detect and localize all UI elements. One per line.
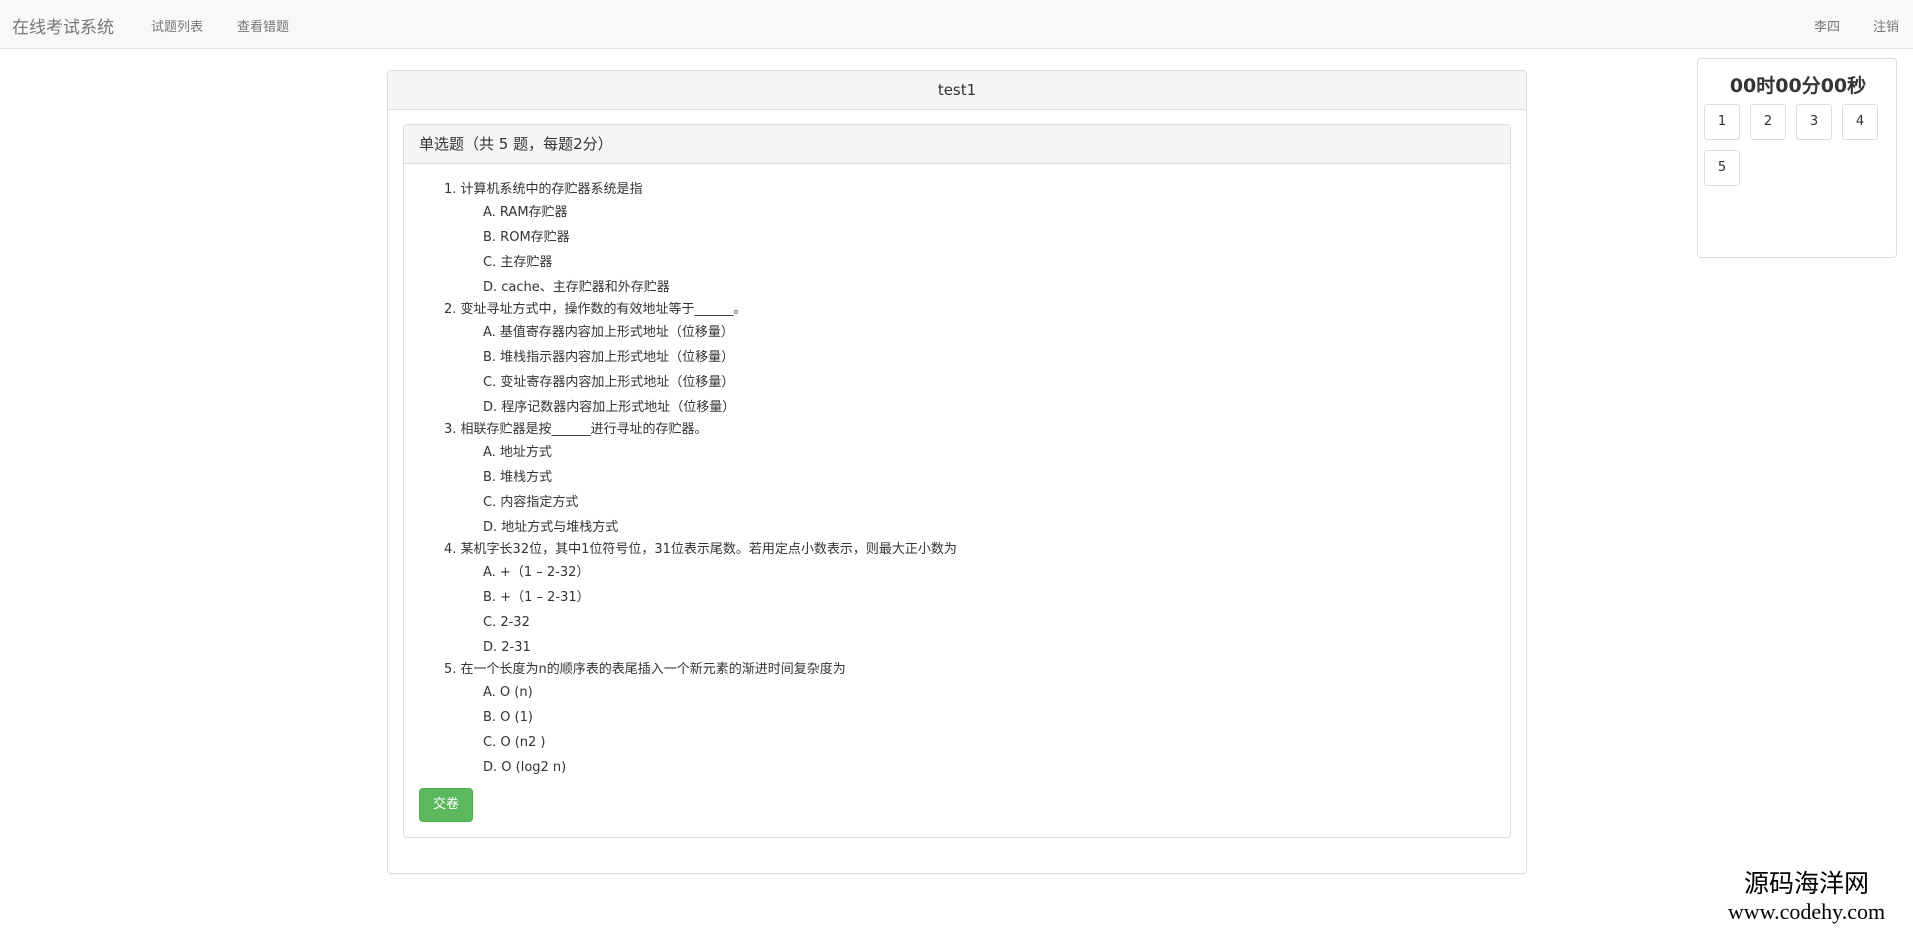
question-number: 5. [444, 662, 457, 677]
option-c[interactable]: C. 变址寄存器内容加上形式地址（位移量） [483, 370, 1484, 395]
question-item: 1. 计算机系统中的存贮器系统是指 A. RAM存贮器 B. ROM存贮器 C.… [444, 180, 1484, 300]
question-number: 3. [444, 422, 457, 437]
option-label: D. 程序记数器内容加上形式地址（位移量） [483, 400, 736, 415]
watermark-name: 源码海洋网 [1743, 869, 1869, 898]
section-panel: 单选题（共 5 题，每题2分） 1. 计算机系统中的存贮器系统是指 A. RAM… [403, 124, 1511, 838]
brand-link[interactable]: 在线考试系统 [12, 13, 114, 38]
nav-wrong-questions[interactable]: 查看错题 [237, 16, 289, 35]
option-list: A. 基值寄存器内容加上形式地址（位移量） B. 堆栈指示器内容加上形式地址（位… [483, 320, 1484, 420]
question-item: 2. 变址寻址方式中，操作数的有效地址等于______。 A. 基值寄存器内容加… [444, 300, 1484, 420]
option-label: B. 堆栈方式 [483, 470, 553, 485]
option-label: D. 2-31 [483, 640, 531, 655]
question-stem: 2. 变址寻址方式中，操作数的有效地址等于______。 [444, 300, 1484, 320]
question-text: 某机字长32位，其中1位符号位，31位表示尾数。若用定点小数表示，则最大正小数为 [460, 542, 957, 557]
question-nav-button-1[interactable]: 1 [1704, 104, 1740, 140]
nav-user-name[interactable]: 李四 [1814, 16, 1840, 35]
option-d[interactable]: D. O (log2 n) [483, 755, 1484, 780]
question-stem: 4. 某机字长32位，其中1位符号位，31位表示尾数。若用定点小数表示，则最大正… [444, 540, 1484, 560]
question-text: 相联存贮器是按______进行寻址的存贮器。 [460, 422, 708, 437]
option-b[interactable]: B. 堆栈方式 [483, 465, 1484, 490]
option-label: C. 变址寄存器内容加上形式地址（位移量） [483, 375, 735, 390]
option-label: C. O (n2 ) [483, 735, 546, 750]
option-label: C. 主存贮器 [483, 255, 553, 270]
question-item: 4. 某机字长32位，其中1位符号位，31位表示尾数。若用定点小数表示，则最大正… [444, 540, 1484, 660]
option-label: D. O (log2 n) [483, 760, 567, 775]
option-d[interactable]: D. 程序记数器内容加上形式地址（位移量） [483, 395, 1484, 420]
timer-panel: 00时00分00秒 1 2 3 4 5 [1697, 58, 1897, 258]
submit-exam-button[interactable]: 交卷 [419, 788, 473, 822]
option-a[interactable]: A. +（1 – 2-32） [483, 560, 1484, 585]
option-list: A. RAM存贮器 B. ROM存贮器 C. 主存贮器 D. cache、主存贮… [483, 200, 1484, 300]
question-text: 变址寻址方式中，操作数的有效地址等于______。 [460, 302, 747, 317]
question-number: 2. [444, 302, 457, 317]
option-a[interactable]: A. O (n) [483, 680, 1484, 705]
question-text: 计算机系统中的存贮器系统是指 [460, 182, 643, 197]
exam-panel: test1 单选题（共 5 题，每题2分） 1. 计算机系统中的存贮器系统是指 … [387, 70, 1527, 874]
option-a[interactable]: A. 地址方式 [483, 440, 1484, 465]
question-number: 4. [444, 542, 457, 557]
question-item: 3. 相联存贮器是按______进行寻址的存贮器。 A. 地址方式 B. 堆栈方… [444, 420, 1484, 540]
option-b[interactable]: B. ROM存贮器 [483, 225, 1484, 250]
option-label: A. RAM存贮器 [483, 205, 568, 220]
option-c[interactable]: C. 2-32 [483, 610, 1484, 635]
option-a[interactable]: A. 基值寄存器内容加上形式地址（位移量） [483, 320, 1484, 345]
question-stem: 3. 相联存贮器是按______进行寻址的存贮器。 [444, 420, 1484, 440]
option-label: B. +（1 – 2-31） [483, 590, 590, 605]
option-label: D. cache、主存贮器和外存贮器 [483, 280, 670, 295]
option-list: A. +（1 – 2-32） B. +（1 – 2-31） C. 2-32 D.… [483, 560, 1484, 660]
option-label: B. O (1) [483, 710, 533, 725]
option-label: A. 基值寄存器内容加上形式地址（位移量） [483, 325, 734, 340]
question-nav-button-5[interactable]: 5 [1704, 150, 1740, 186]
option-c[interactable]: C. O (n2 ) [483, 730, 1484, 755]
option-label: A. O (n) [483, 685, 533, 700]
question-stem: 5. 在一个长度为n的顺序表的表尾插入一个新元素的渐进时间复杂度为 [444, 660, 1484, 680]
option-c[interactable]: C. 主存贮器 [483, 250, 1484, 275]
question-stem: 1. 计算机系统中的存贮器系统是指 [444, 180, 1484, 200]
top-navbar: 在线考试系统 试题列表 查看错题 李四 注销 [0, 0, 1913, 49]
option-d[interactable]: D. 地址方式与堆栈方式 [483, 515, 1484, 540]
option-c[interactable]: C. 内容指定方式 [483, 490, 1484, 515]
option-label: D. 地址方式与堆栈方式 [483, 520, 619, 535]
watermark-url: www.codehy.com [1727, 899, 1886, 924]
countdown-timer: 00时00分00秒 [1729, 75, 1867, 97]
question-list: 1. 计算机系统中的存贮器系统是指 A. RAM存贮器 B. ROM存贮器 C.… [444, 180, 1484, 780]
option-b[interactable]: B. O (1) [483, 705, 1484, 730]
option-d[interactable]: D. 2-31 [483, 635, 1484, 660]
option-label: C. 内容指定方式 [483, 495, 579, 510]
question-nav-button-3[interactable]: 3 [1796, 104, 1832, 140]
option-a[interactable]: A. RAM存贮器 [483, 200, 1484, 225]
question-text: 在一个长度为n的顺序表的表尾插入一个新元素的渐进时间复杂度为 [460, 662, 846, 677]
option-list: A. 地址方式 B. 堆栈方式 C. 内容指定方式 D. 地址方式与堆栈方式 [483, 440, 1484, 540]
option-label: C. 2-32 [483, 615, 530, 630]
option-label: B. 堆栈指示器内容加上形式地址（位移量） [483, 350, 735, 365]
question-nav-button-2[interactable]: 2 [1750, 104, 1786, 140]
question-nav-button-4[interactable]: 4 [1842, 104, 1878, 140]
section-title: 单选题（共 5 题，每题2分） [404, 125, 1510, 164]
question-number: 1. [444, 182, 457, 197]
nav-question-list[interactable]: 试题列表 [151, 16, 203, 35]
question-item: 5. 在一个长度为n的顺序表的表尾插入一个新元素的渐进时间复杂度为 A. O (… [444, 660, 1484, 780]
option-label: A. 地址方式 [483, 445, 552, 460]
option-b[interactable]: B. 堆栈指示器内容加上形式地址（位移量） [483, 345, 1484, 370]
option-b[interactable]: B. +（1 – 2-31） [483, 585, 1484, 610]
site-watermark: 源码海洋网 www.codehy.com [1700, 870, 1913, 926]
exam-title: test1 [388, 71, 1526, 110]
option-label: B. ROM存贮器 [483, 230, 570, 245]
nav-logout[interactable]: 注销 [1873, 16, 1899, 35]
option-list: A. O (n) B. O (1) C. O (n2 ) D. O (log2 … [483, 680, 1484, 780]
option-label: A. +（1 – 2-32） [483, 565, 590, 580]
option-d[interactable]: D. cache、主存贮器和外存贮器 [483, 275, 1484, 300]
